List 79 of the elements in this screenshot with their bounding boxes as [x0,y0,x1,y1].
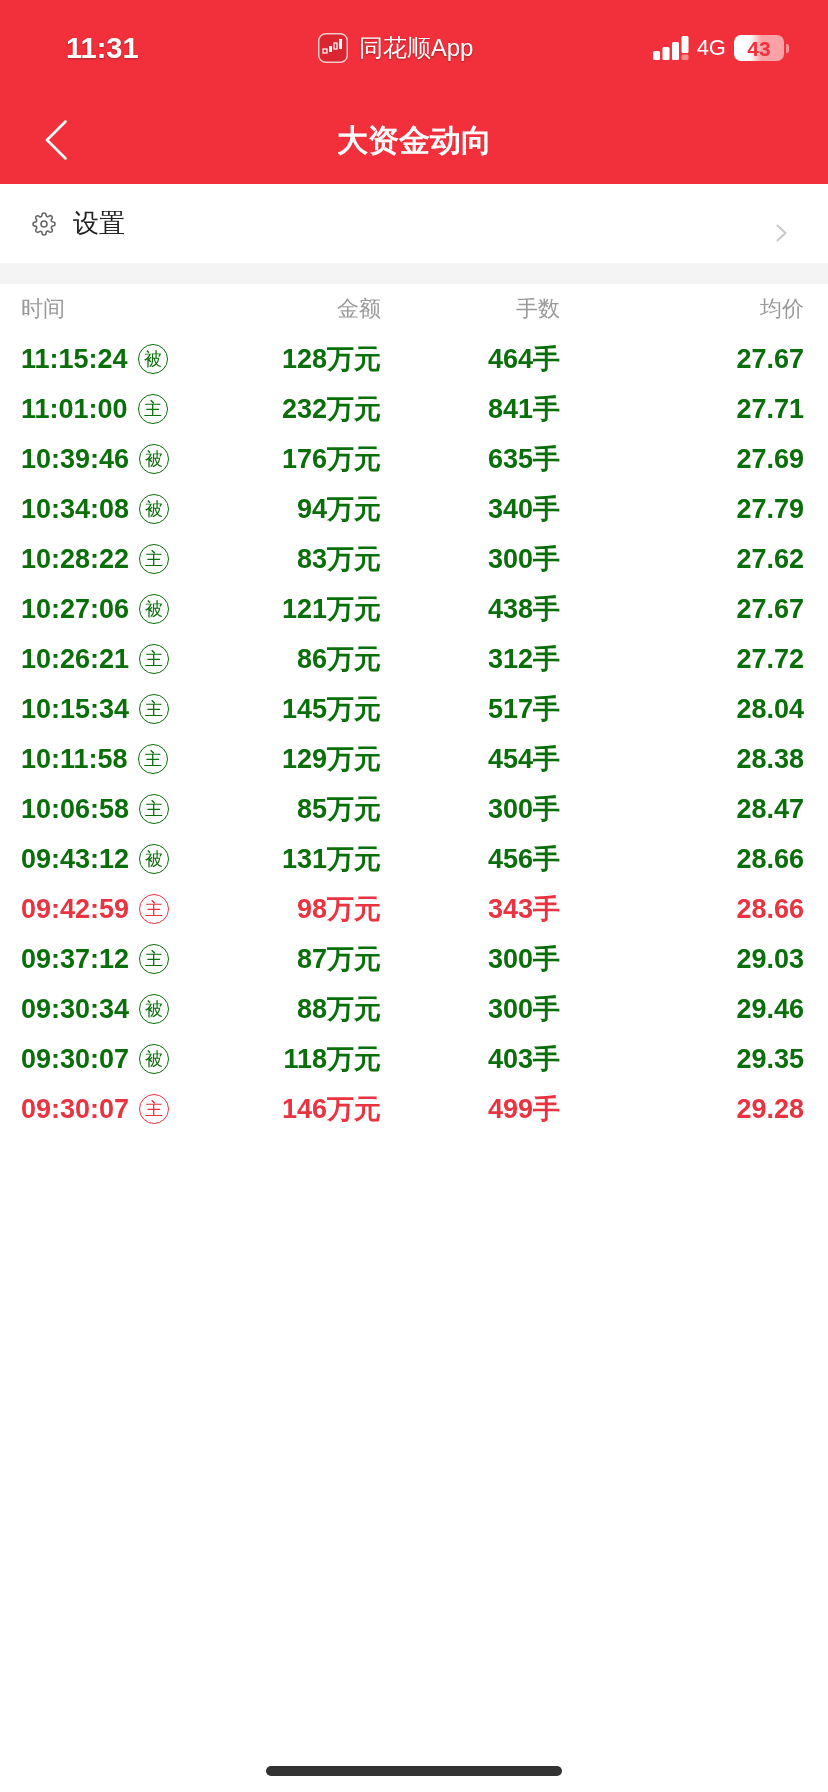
trade-amount: 131万元 [280,842,381,876]
column-header: 均价 [759,295,804,323]
trade-amount: 129万元 [280,742,381,776]
trade-amount: 176万元 [280,442,381,476]
trade-amount: 85万元 [295,792,381,826]
trade-time: 10:34:08 [21,492,130,526]
trade-amount: 98万元 [295,892,381,926]
trade-time: 09:30:34 [21,992,130,1026]
trade-volume: 464手 [486,342,560,376]
page-title: 大资金动向 [336,124,492,156]
average-price: 28.66 [735,842,804,876]
trade-time: 09:37:12 [21,942,130,976]
trade-amount: 146万元 [280,1092,381,1126]
trade-amount: 83万元 [295,542,381,576]
trade-volume: 841手 [486,392,560,426]
trade-amount: 87万元 [295,942,381,976]
trade-amount: 118万元 [282,1042,381,1076]
trade-time: 10:27:06 [21,592,130,626]
trade-amount: 145万元 [280,692,381,726]
trade-volume: 517手 [486,692,560,726]
average-price: 27.71 [735,392,804,426]
trade-volume: 454手 [486,742,560,776]
average-price: 28.04 [735,692,804,726]
column-header: 金额 [336,295,381,323]
trade-volume: 300手 [486,542,560,576]
trade-volume: 438手 [486,592,560,626]
trade-time: 10:11:58 [21,742,128,776]
trade-volume: 300手 [486,992,560,1026]
average-price: 29.35 [735,1042,804,1076]
trade-time: 10:26:21 [21,642,130,676]
trade-volume: 499手 [486,1092,560,1126]
column-header: 时间 [21,295,66,323]
trade-amount: 86万元 [295,642,381,676]
trade-amount: 128万元 [280,342,381,376]
status-time: 11:31 [66,33,139,63]
trade-amount: 121万元 [280,592,381,626]
trade-time: 10:39:46 [21,442,130,476]
trade-time: 09:42:59 [21,892,130,926]
average-price: 28.66 [735,892,804,926]
average-price: 27.69 [735,442,804,476]
gear-icon [32,211,56,236]
trade-time: 09:43:12 [21,842,130,876]
trade-volume: 403手 [486,1042,560,1076]
trade-volume: 312手 [486,642,560,676]
trade-time: 11:01:00 [21,392,128,426]
average-price: 28.38 [735,742,804,776]
average-price: 29.46 [735,992,804,1026]
app-name: 同花顺App [358,36,474,60]
average-price: 27.79 [735,492,804,526]
battery-indicator: 43 [734,35,789,61]
network-label: 4G [696,37,726,59]
average-price: 27.72 [735,642,804,676]
trade-amount: 94万元 [295,492,381,526]
trade-amount: 88万元 [295,992,381,1026]
trade-time: 10:06:58 [21,792,130,826]
back-chevron-icon [45,120,67,160]
average-price: 27.67 [735,342,804,376]
signal-icon [652,36,689,60]
app-icon [317,33,348,63]
average-price: 29.03 [735,942,804,976]
trade-time: 11:15:24 [21,342,128,376]
average-price: 28.47 [735,792,804,826]
back-button[interactable] [45,120,67,160]
average-price: 29.28 [735,1092,804,1126]
trade-volume: 343手 [486,892,560,926]
trade-volume: 300手 [486,942,560,976]
trade-volume: 340手 [486,492,560,526]
average-price: 27.67 [735,592,804,626]
trade-time: 09:30:07 [21,1092,130,1126]
average-price: 27.62 [735,542,804,576]
trade-amount: 232万元 [280,392,381,426]
trade-volume: 635手 [486,442,560,476]
trade-volume: 456手 [486,842,560,876]
trade-time: 10:15:34 [21,692,130,726]
trade-time: 10:28:22 [21,542,130,576]
column-header: 手数 [515,295,560,323]
chevron-right-icon [776,223,787,242]
trade-volume: 300手 [486,792,560,826]
trade-time: 09:30:07 [21,1042,130,1076]
